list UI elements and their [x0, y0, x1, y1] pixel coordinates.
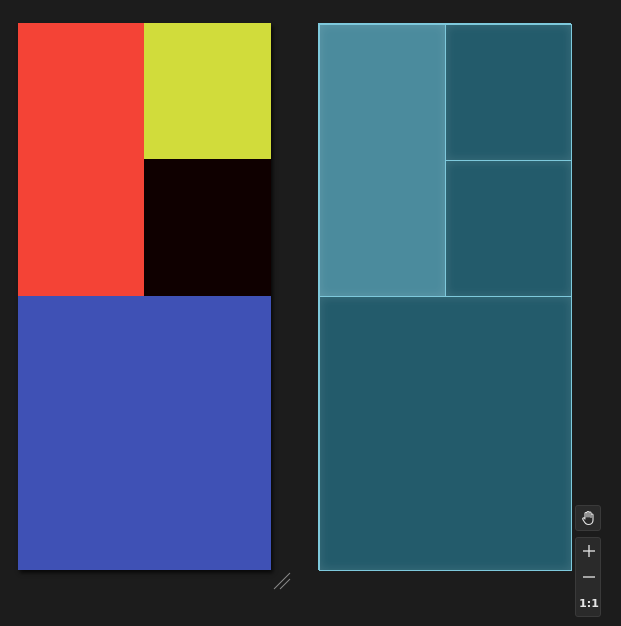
layout-cell-middle-right[interactable]: [445, 160, 572, 297]
pan-button[interactable]: [575, 505, 601, 531]
editor-canvas: 1:1: [0, 0, 621, 626]
layout-structure-view[interactable]: [318, 23, 572, 571]
actual-size-button[interactable]: 1:1: [576, 590, 602, 616]
zoom-in-button[interactable]: [576, 538, 602, 564]
hand-icon: [582, 510, 594, 526]
red-block[interactable]: [18, 23, 144, 296]
design-preview[interactable]: [18, 23, 271, 570]
layout-cell-top-right[interactable]: [445, 24, 572, 161]
plus-icon: [583, 545, 595, 557]
blue-block[interactable]: [18, 296, 271, 570]
zoom-out-button[interactable]: [576, 564, 602, 590]
resize-handle-icon[interactable]: [272, 571, 292, 591]
zoom-toolbar: 1:1: [575, 505, 603, 617]
layout-cell-left[interactable]: [319, 24, 446, 297]
layout-cell-bottom[interactable]: [319, 296, 572, 571]
black-block[interactable]: [144, 159, 271, 296]
minus-icon: [583, 576, 595, 578]
zoom-controls: 1:1: [575, 537, 601, 617]
yellow-block[interactable]: [144, 23, 271, 159]
actual-size-label: 1:1: [579, 596, 599, 610]
